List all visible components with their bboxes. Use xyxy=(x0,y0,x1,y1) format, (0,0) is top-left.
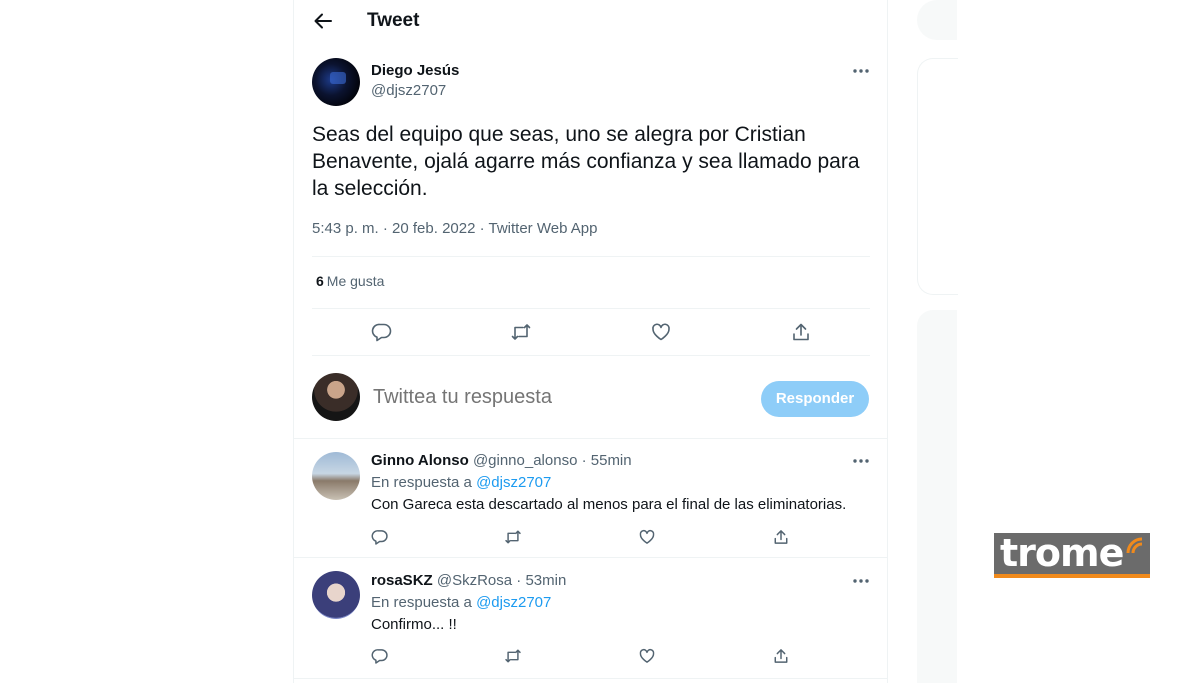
replying-to: En respuesta a @djsz2707 xyxy=(371,594,551,611)
divider xyxy=(312,355,870,356)
reply-author-handle[interactable]: @SkzRosa xyxy=(437,572,512,589)
reply-author-name[interactable]: Ginno Alonso xyxy=(371,452,469,469)
right-search-bar[interactable] xyxy=(917,0,957,40)
reply-text: Confirmo... !! xyxy=(371,616,457,633)
author-avatar[interactable] xyxy=(312,58,360,106)
reply-header: rosaSKZ @SkzRosa · 53min xyxy=(371,572,566,589)
reply-avatar[interactable] xyxy=(312,452,360,500)
page-title: Tweet xyxy=(367,10,420,31)
logo-stripe xyxy=(994,574,1150,578)
trome-logo: trome xyxy=(994,531,1150,578)
more-dots-icon[interactable] xyxy=(851,64,871,78)
likes-count: 6 xyxy=(316,273,324,289)
retweet-icon[interactable] xyxy=(504,528,522,546)
divider xyxy=(312,256,870,257)
tweet-text: Seas del equipo que seas, uno se alegra … xyxy=(312,123,860,200)
more-dots-icon[interactable] xyxy=(851,454,871,468)
retweet-icon[interactable] xyxy=(504,647,522,665)
right-sidebar-panel xyxy=(917,310,957,683)
likes-summary[interactable]: 6 Me gusta xyxy=(316,273,384,289)
author-handle[interactable]: @djsz2707 xyxy=(371,82,446,99)
tweet-meta[interactable]: 5:43 p. m. · 20 feb. 2022 · Twitter Web … xyxy=(312,220,597,237)
like-icon[interactable] xyxy=(638,528,656,546)
replying-to-label: En respuesta a xyxy=(371,474,472,491)
user-avatar[interactable] xyxy=(312,373,360,421)
logo-text: trome xyxy=(1000,531,1124,575)
divider xyxy=(294,678,887,679)
signal-icon xyxy=(1126,537,1143,554)
reply-text: Con Gareca esta descartado al menos para… xyxy=(371,496,847,513)
reply-icon[interactable] xyxy=(371,528,389,546)
share-icon[interactable] xyxy=(772,528,790,546)
reply-author-name[interactable]: rosaSKZ xyxy=(371,572,433,589)
replying-to-link[interactable]: @djsz2707 xyxy=(476,594,551,611)
likes-label: Me gusta xyxy=(326,273,385,289)
replying-to-label: En respuesta a xyxy=(371,594,472,611)
main-column: Tweet Diego Jesús @djsz2707 Seas del equ… xyxy=(293,0,888,683)
divider xyxy=(294,438,887,439)
reply-header: Ginno Alonso @ginno_alonso · 55min xyxy=(371,452,632,469)
divider xyxy=(312,308,870,309)
replying-to-link[interactable]: @djsz2707 xyxy=(476,474,551,491)
like-icon[interactable] xyxy=(638,647,656,665)
reply-button[interactable]: Responder xyxy=(761,381,869,417)
top-header: Tweet xyxy=(294,0,887,42)
reply-avatar[interactable] xyxy=(312,571,360,619)
share-icon[interactable] xyxy=(790,321,812,343)
reply-time[interactable]: · 53min xyxy=(516,572,566,589)
share-icon[interactable] xyxy=(772,647,790,665)
author-name[interactable]: Diego Jesús xyxy=(371,62,459,79)
right-sidebar-card xyxy=(917,58,958,295)
like-icon[interactable] xyxy=(650,321,672,343)
retweet-icon[interactable] xyxy=(510,321,532,343)
replying-to: En respuesta a @djsz2707 xyxy=(371,474,551,491)
reply-author-handle[interactable]: @ginno_alonso xyxy=(473,452,577,469)
reply-time[interactable]: · 55min xyxy=(582,452,632,469)
arrow-left-icon[interactable] xyxy=(312,10,334,32)
reply-icon[interactable] xyxy=(371,647,389,665)
reply-icon[interactable] xyxy=(371,321,393,343)
divider xyxy=(294,557,887,558)
more-dots-icon[interactable] xyxy=(851,574,871,588)
reply-input[interactable] xyxy=(373,386,733,409)
